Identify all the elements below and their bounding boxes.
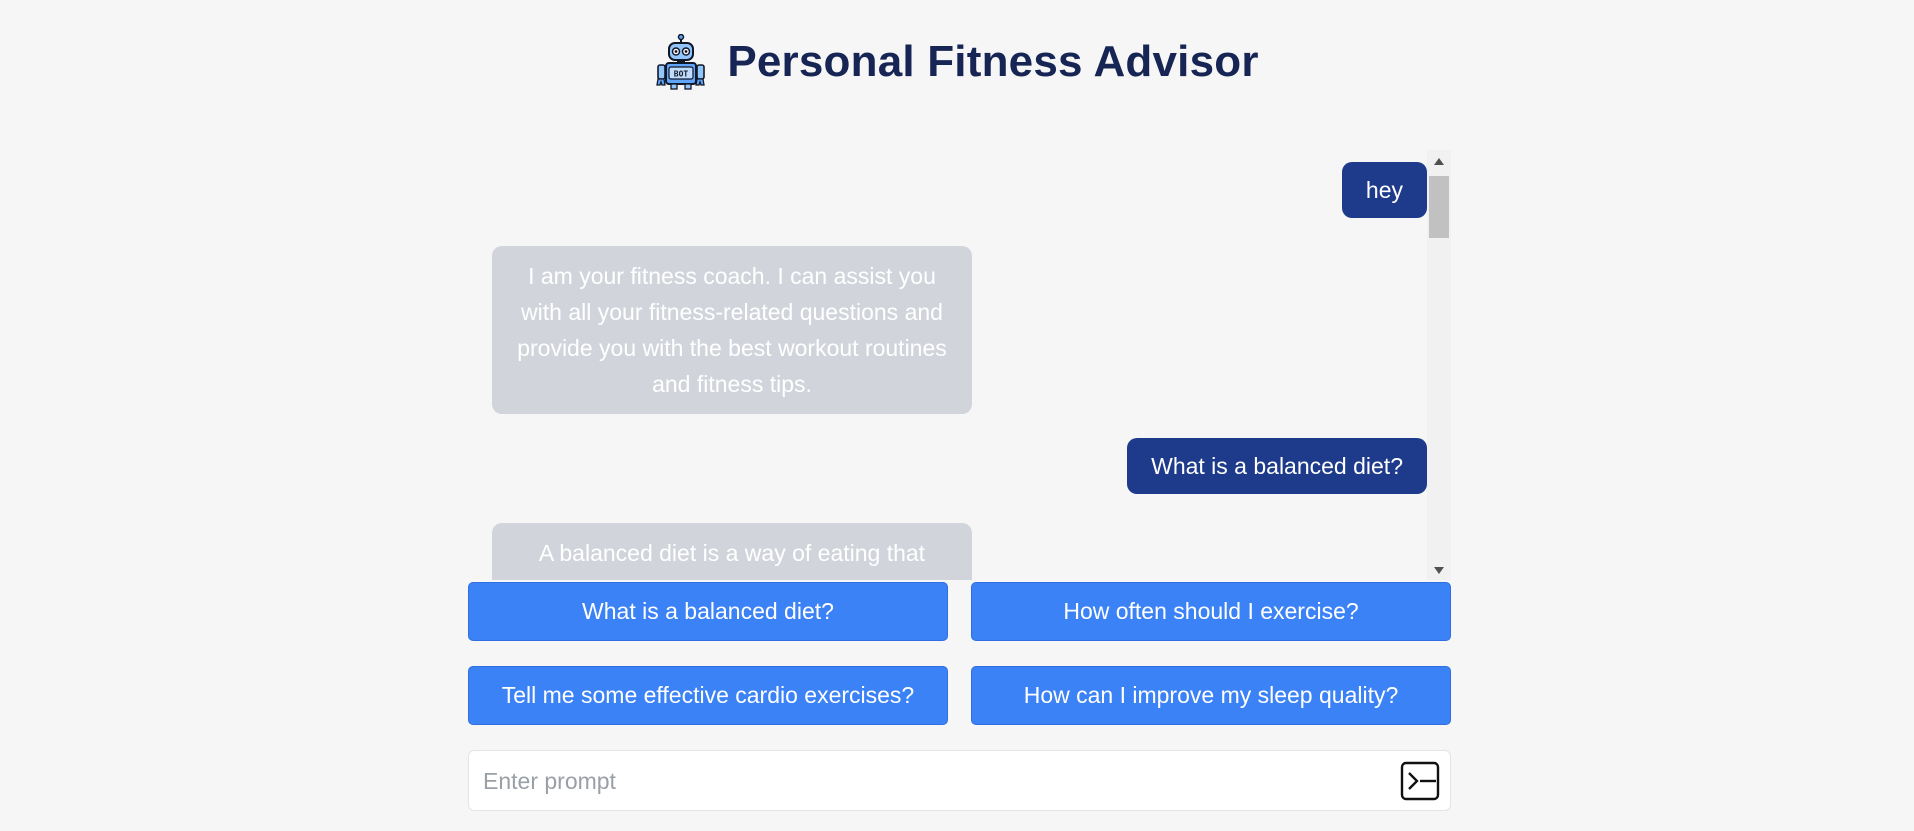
prompt-bar	[468, 750, 1451, 812]
suggestion-button-exercise-frequency[interactable]: How often should I exercise?	[971, 582, 1451, 641]
bot-message: A balanced diet is a way of eating that …	[492, 523, 972, 580]
chat-panel: hey I am your fitness coach. I can assis…	[468, 150, 1451, 580]
suggestion-grid: What is a balanced diet? How often shoul…	[468, 582, 1451, 725]
logo-text: BOT	[674, 70, 689, 79]
bot-message: I am your fitness coach. I can assist yo…	[492, 246, 972, 414]
send-button[interactable]	[1400, 761, 1440, 801]
scroll-up-arrow-icon[interactable]	[1434, 158, 1444, 165]
scroll-thumb[interactable]	[1429, 176, 1449, 238]
suggestion-button-cardio-exercises[interactable]: Tell me some effective cardio exercises?	[468, 666, 948, 725]
scroll-down-arrow-icon[interactable]	[1434, 567, 1444, 574]
suggestion-button-sleep-quality[interactable]: How can I improve my sleep quality?	[971, 666, 1451, 725]
robot-bot-icon: BOT	[656, 34, 706, 90]
app-header: BOT Personal Fitness Advisor	[0, 22, 1914, 102]
user-message: hey	[1341, 162, 1427, 218]
message-scrollbar[interactable]	[1427, 150, 1451, 580]
prompt-input[interactable]	[481, 751, 1365, 812]
terminal-send-icon	[1400, 761, 1440, 801]
suggestion-button-balanced-diet[interactable]: What is a balanced diet?	[468, 582, 948, 641]
user-message: What is a balanced diet?	[1127, 438, 1427, 494]
page-title: Personal Fitness Advisor	[727, 37, 1259, 86]
message-list[interactable]: hey I am your fitness coach. I can assis…	[468, 150, 1427, 580]
